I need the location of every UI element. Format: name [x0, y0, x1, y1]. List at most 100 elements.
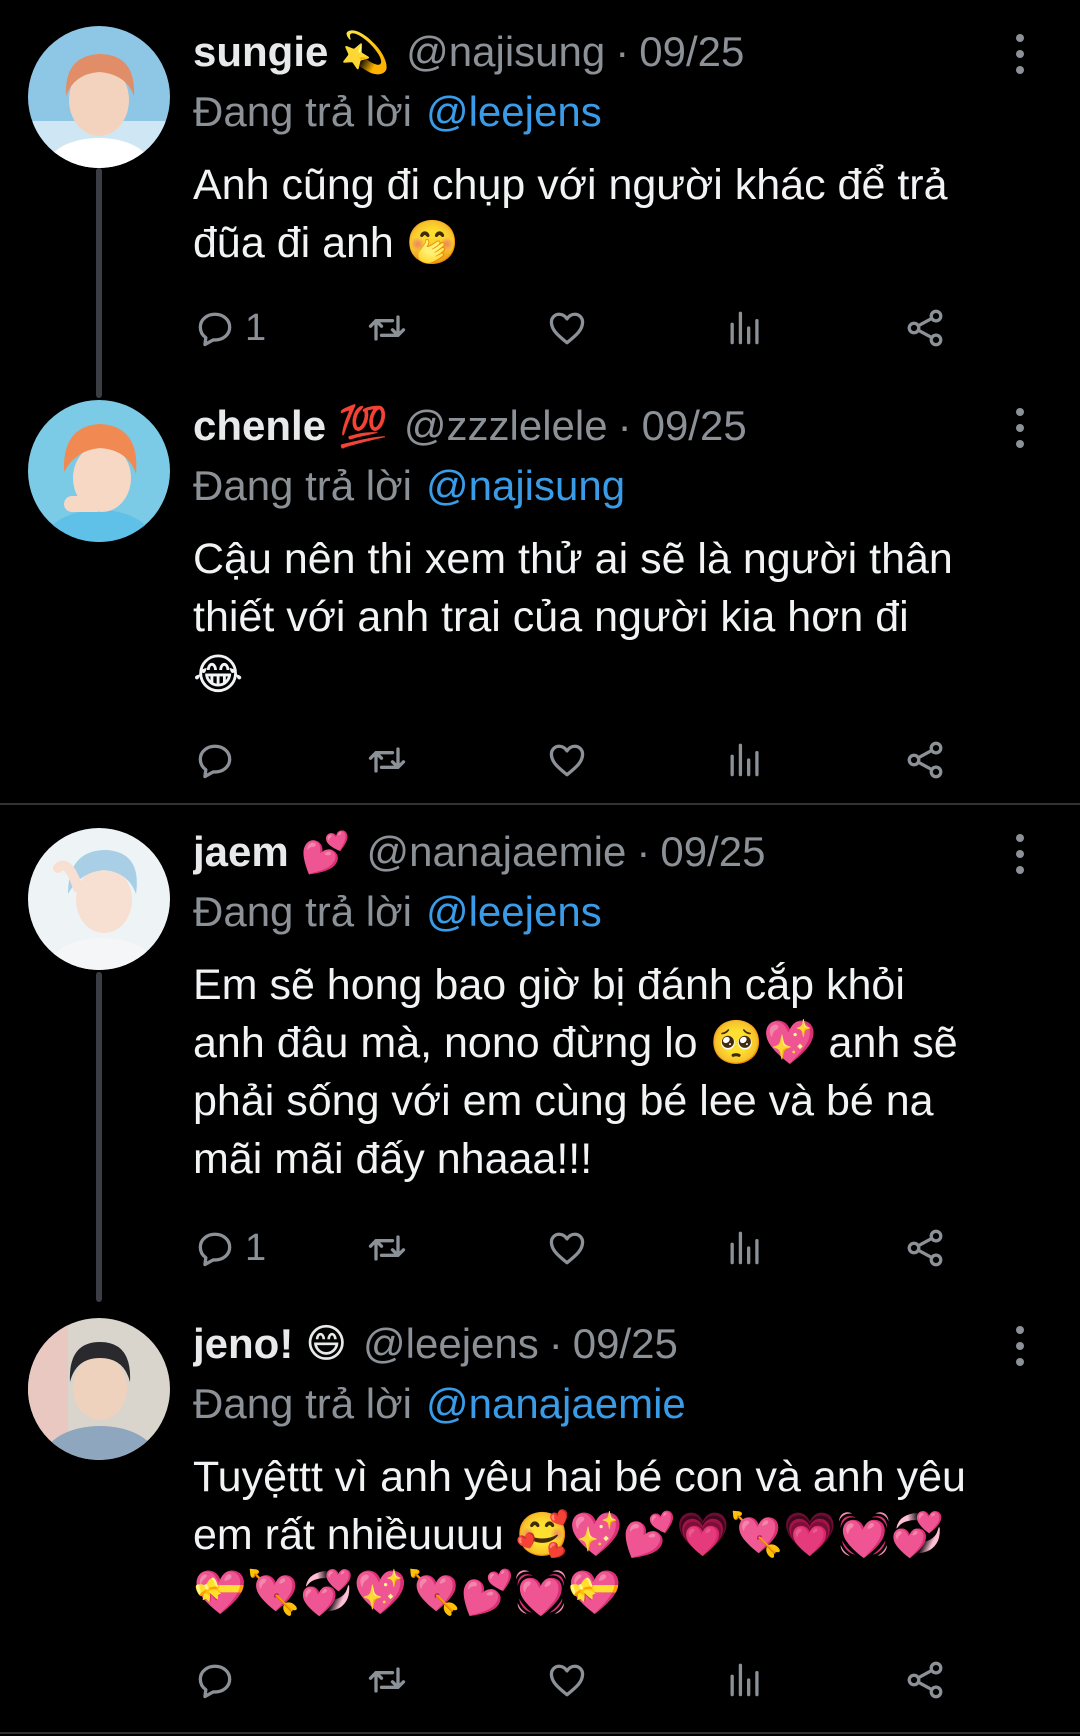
more-icon[interactable] [1008, 34, 1032, 74]
replying-to: Đang trả lời @leejens [193, 884, 602, 940]
thread-line [96, 168, 102, 398]
reply-button[interactable] [193, 1652, 245, 1708]
reply-icon [193, 1226, 237, 1270]
retweet-button[interactable] [365, 1652, 409, 1708]
display-name[interactable]: chenle [193, 402, 326, 450]
reply-count: 1 [245, 1226, 267, 1269]
timestamp[interactable]: 09/25 [642, 402, 747, 450]
avatar[interactable] [28, 400, 170, 542]
avatar-photo [28, 400, 170, 542]
handle[interactable]: @zzzlelele [404, 402, 608, 450]
retweet-icon [365, 1658, 409, 1702]
thread-divider [0, 803, 1080, 805]
replying-to-label: Đang trả lời [193, 88, 412, 135]
display-name[interactable]: sungie [193, 28, 328, 76]
views-button[interactable] [723, 300, 767, 356]
avatar[interactable] [28, 828, 170, 970]
tweet-text: Anh cũng đi chụp với người khác để trả đ… [193, 156, 1053, 272]
avatar[interactable] [28, 26, 170, 168]
tweet[interactable]: jaem 💕 @nanajaemie · 09/25 Đang trả lời … [0, 806, 1080, 1306]
retweet-button[interactable] [365, 732, 409, 788]
reply-icon [193, 1658, 237, 1702]
share-icon [903, 1658, 947, 1702]
tweet-text-line: 😂 [193, 651, 244, 699]
timestamp[interactable]: 09/25 [660, 828, 765, 876]
like-icon [545, 306, 589, 350]
replying-to: Đang trả lời @leejens [193, 84, 602, 140]
tweet-text: Em sẽ hong bao giờ bị đánh cắp khỏi anh … [193, 956, 1053, 1188]
views-icon [723, 1226, 767, 1270]
action-bar: 1 [193, 300, 973, 356]
replying-to-handle[interactable]: @leejens [426, 88, 602, 136]
tweet-text: Tuyệttt vì anh yêu hai bé con và anh yêu… [193, 1448, 1053, 1622]
replying-to-handle[interactable]: @leejens [426, 888, 602, 936]
reply-button[interactable] [193, 732, 245, 788]
replying-to-label: Đang trả lời [193, 462, 412, 509]
tweet-text-line: 💝💘💞💖💘💕💓💝 [193, 1569, 622, 1617]
handle[interactable]: @najisung [406, 28, 605, 76]
views-icon [723, 738, 767, 782]
tweet-text-line: anh đâu mà, nono đừng lo 🥺💖 anh sẽ [193, 1019, 958, 1067]
avatar-photo [28, 1318, 170, 1460]
like-icon [545, 1658, 589, 1702]
timestamp[interactable]: 09/25 [573, 1320, 678, 1368]
share-icon [903, 306, 947, 350]
replying-to-handle[interactable]: @nanajaemie [426, 1380, 686, 1428]
avatar[interactable] [28, 1318, 170, 1460]
like-icon [545, 738, 589, 782]
tweet-text-line: Em sẽ hong bao giờ bị đánh cắp khỏi [193, 961, 905, 1009]
tweet[interactable]: sungie 💫 @najisung · 09/25 Đang trả lời … [0, 0, 1080, 398]
replying-to-handle[interactable]: @najisung [426, 462, 625, 510]
tweet-text-line: thiết với anh trai của người kia hơn đi [193, 593, 909, 641]
avatar-photo [28, 26, 170, 168]
views-button[interactable] [723, 1220, 767, 1276]
name-emoji: 💫 [340, 30, 391, 75]
views-button[interactable] [723, 1652, 767, 1708]
display-name[interactable]: jaem [193, 828, 289, 876]
reply-icon [193, 306, 237, 350]
share-button[interactable] [903, 1220, 947, 1276]
action-bar: 1 [193, 1220, 973, 1276]
replying-to-label: Đang trả lời [193, 888, 412, 935]
retweet-button[interactable] [365, 1220, 409, 1276]
like-button[interactable] [545, 1652, 589, 1708]
name-emoji: 😄 [305, 1322, 348, 1366]
share-button[interactable] [903, 732, 947, 788]
action-bar [193, 732, 973, 788]
share-button[interactable] [903, 300, 947, 356]
display-name[interactable]: jeno! [193, 1320, 293, 1368]
more-icon[interactable] [1008, 408, 1032, 448]
separator-dot: · [636, 828, 651, 875]
reply-button[interactable]: 1 [193, 300, 266, 356]
avatar-photo [28, 828, 170, 970]
handle[interactable]: @nanajaemie [367, 828, 627, 876]
more-icon[interactable] [1008, 1326, 1032, 1366]
thread-line [96, 972, 102, 1302]
tweet-text-line: Anh cũng đi chụp với người khác để trả [193, 161, 948, 209]
replying-to-label: Đang trả lời [193, 1380, 412, 1427]
retweet-button[interactable] [365, 300, 409, 356]
tweet[interactable]: chenle 💯 @zzzlelele · 09/25 Đang trả lời… [0, 380, 1080, 800]
more-icon[interactable] [1008, 834, 1032, 874]
action-bar [193, 1652, 973, 1708]
timestamp[interactable]: 09/25 [639, 28, 744, 76]
views-button[interactable] [723, 732, 767, 788]
retweet-icon [365, 1226, 409, 1270]
handle[interactable]: @leejens [363, 1320, 539, 1368]
like-button[interactable] [545, 1220, 589, 1276]
replying-to: Đang trả lời @nanajaemie [193, 1376, 686, 1432]
share-icon [903, 1226, 947, 1270]
like-button[interactable] [545, 732, 589, 788]
views-icon [723, 1658, 767, 1702]
share-button[interactable] [903, 1652, 947, 1708]
reply-feed: sungie 💫 @najisung · 09/25 Đang trả lời … [0, 0, 1080, 1736]
reply-button[interactable]: 1 [193, 1220, 266, 1276]
reply-count: 1 [245, 306, 267, 349]
views-icon [723, 306, 767, 350]
reply-icon [193, 738, 237, 782]
tweet[interactable]: jeno! 😄 @leejens · 09/25 Đang trả lời @n… [0, 1300, 1080, 1736]
name-emoji: 💕 [300, 830, 351, 875]
tweet-text-line: phải sống với em cùng bé lee và bé na [193, 1077, 934, 1125]
retweet-icon [365, 738, 409, 782]
like-button[interactable] [545, 300, 589, 356]
